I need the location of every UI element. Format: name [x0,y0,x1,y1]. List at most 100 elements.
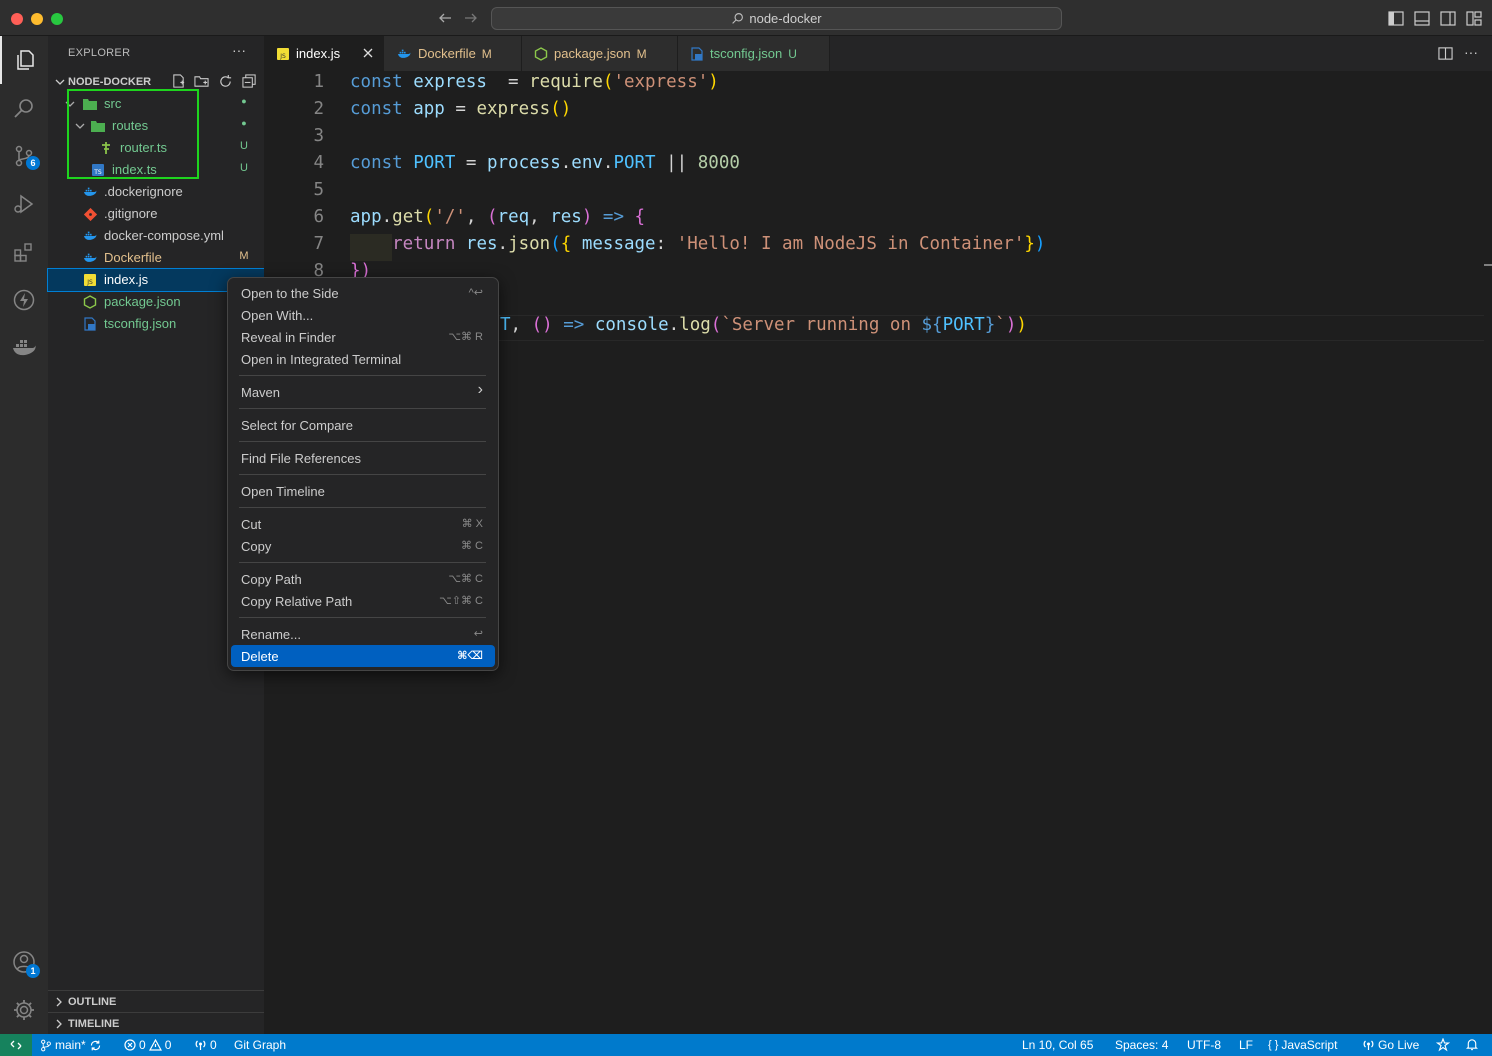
menu-label: Select for Compare [241,418,353,433]
menu-shortcut: ↩ [473,628,483,640]
more-actions-icon[interactable]: ··· [232,42,246,58]
tab-label: package.json [554,46,631,61]
menu-item-copy-relative-path[interactable]: Copy Relative Path ⌥⇧⌘ C [231,590,495,612]
menu-item-copy[interactable]: Copy ⌘ C [231,535,495,557]
tab-package-json[interactable]: package.json M [522,36,678,71]
branch-indicator[interactable]: main* [40,1038,102,1052]
forward-arrow-icon[interactable] [463,10,479,26]
more-actions-icon[interactable]: ··· [1464,44,1478,60]
toggle-secondary-sidebar-icon[interactable] [1440,11,1456,26]
chevron-right-icon [54,1019,64,1029]
source-control-icon[interactable]: 6 [0,132,48,180]
feedback-icon[interactable] [1436,1038,1450,1052]
timeline-section[interactable]: TIMELINE [48,1012,264,1034]
eol-indicator[interactable]: LF [1239,1038,1253,1052]
minimize-window-button[interactable] [31,13,43,25]
menu-item-select-for-compare[interactable]: Select for Compare [231,414,495,436]
tab-tsconfig-json[interactable]: tsconfig.json U [678,36,830,71]
menu-item-cut[interactable]: Cut ⌘ X [231,513,495,535]
menu-label: Copy Path [241,572,302,587]
chevron-right-icon [54,997,64,1007]
refresh-icon[interactable] [218,74,233,89]
tree-item-dockerignore[interactable]: .dockerignore [48,181,264,203]
tab-label: Dockerfile [418,46,476,61]
new-folder-icon[interactable] [194,74,209,89]
menu-item-open-to-side[interactable]: Open to the Side ^↩ [231,282,495,304]
menu-item-delete[interactable]: Delete ⌘⌫ [231,645,495,667]
menu-item-open-timeline[interactable]: Open Timeline [231,480,495,502]
lightning-icon[interactable] [0,276,48,324]
menu-shortcut: ⌥⌘ R [448,331,483,343]
line-number: 3 [313,126,324,146]
line-number: 4 [313,153,324,173]
git-status-badge: M [636,46,647,61]
nodejs-file-icon [82,294,98,310]
scrollbar-marker [1484,264,1492,266]
tree-item-gitignore[interactable]: .gitignore [48,203,264,225]
menu-item-copy-path[interactable]: Copy Path ⌥⌘ C [231,568,495,590]
maximize-window-button[interactable] [51,13,63,25]
git-status-dot: ● [241,96,247,106]
close-icon[interactable] [362,47,374,59]
menu-label: Open to the Side [241,286,339,301]
menu-item-reveal-in-finder[interactable]: Reveal in Finder ⌥⌘ R [231,326,495,348]
toggle-primary-sidebar-icon[interactable] [1388,11,1404,26]
outline-section[interactable]: OUTLINE [48,990,264,1012]
menu-item-find-file-references[interactable]: Find File References [231,447,495,469]
command-center-search[interactable]: node-docker [491,7,1062,30]
accounts-icon[interactable]: 1 [0,938,48,986]
toggle-panel-icon[interactable] [1414,11,1430,26]
tab-label: index.js [296,46,341,61]
tab-index-js[interactable]: JS index.js [264,36,384,71]
tree-item-label: docker-compose.yml [104,228,224,243]
activity-bar: 6 1 [0,36,48,1034]
go-live-label: Go Live [1378,1038,1420,1052]
menu-label: Copy Relative Path [241,594,353,609]
docker-icon[interactable] [0,324,48,372]
back-arrow-icon[interactable] [437,10,453,26]
tree-item-label: .dockerignore [104,184,183,199]
encoding-indicator[interactable]: UTF-8 [1187,1038,1221,1052]
collapse-all-icon[interactable] [242,74,257,89]
line-number: 5 [313,180,324,200]
menu-label: Open in Integrated Terminal [241,352,402,367]
git-graph-button[interactable]: Git Graph [234,1038,286,1052]
tree-item-dockerfile[interactable]: Dockerfile M [48,247,264,269]
menu-item-open-with[interactable]: Open With... [231,304,495,326]
language-mode[interactable]: { } JavaScript [1268,1038,1337,1052]
tree-item-label: Dockerfile [104,250,162,265]
menu-item-open-in-terminal[interactable]: Open in Integrated Terminal [231,348,495,370]
customize-layout-icon[interactable] [1466,11,1482,26]
outline-label: OUTLINE [68,995,117,1008]
remote-indicator[interactable] [0,1034,32,1056]
go-live-button[interactable]: Go Live [1362,1038,1419,1052]
explorer-icon[interactable] [0,36,48,84]
new-file-icon[interactable] [171,74,186,89]
search-icon[interactable] [0,84,48,132]
menu-item-rename[interactable]: Rename... ↩ [231,623,495,645]
remote-icon [10,1039,22,1051]
menu-item-maven[interactable]: Maven › [231,381,495,403]
close-window-button[interactable] [11,13,23,25]
problems-indicator[interactable]: 0 0 [124,1038,171,1052]
git-status-badge: U [240,162,248,174]
bell-icon[interactable] [1466,1038,1478,1051]
git-file-icon [82,206,98,222]
menu-separator [239,375,486,376]
sync-icon[interactable] [89,1039,102,1052]
warning-icon [148,1039,162,1051]
indentation-indicator[interactable]: Spaces: 4 [1115,1038,1168,1052]
gear-icon[interactable] [0,986,48,1034]
split-editor-icon[interactable] [1438,46,1453,61]
accounts-badge: 1 [26,964,40,978]
menu-label: Reveal in Finder [241,330,336,345]
ports-indicator[interactable]: 0 [194,1038,217,1052]
extensions-icon[interactable] [0,228,48,276]
menu-label: Delete [241,649,279,664]
run-debug-icon[interactable] [0,180,48,228]
cursor-position[interactable]: Ln 10, Col 65 [1022,1038,1093,1052]
sidebar-title: EXPLORER [68,47,131,59]
tree-item-docker-compose[interactable]: docker-compose.yml [48,225,264,247]
tab-dockerfile[interactable]: Dockerfile M [384,36,522,71]
encoding-label: UTF-8 [1187,1038,1221,1052]
